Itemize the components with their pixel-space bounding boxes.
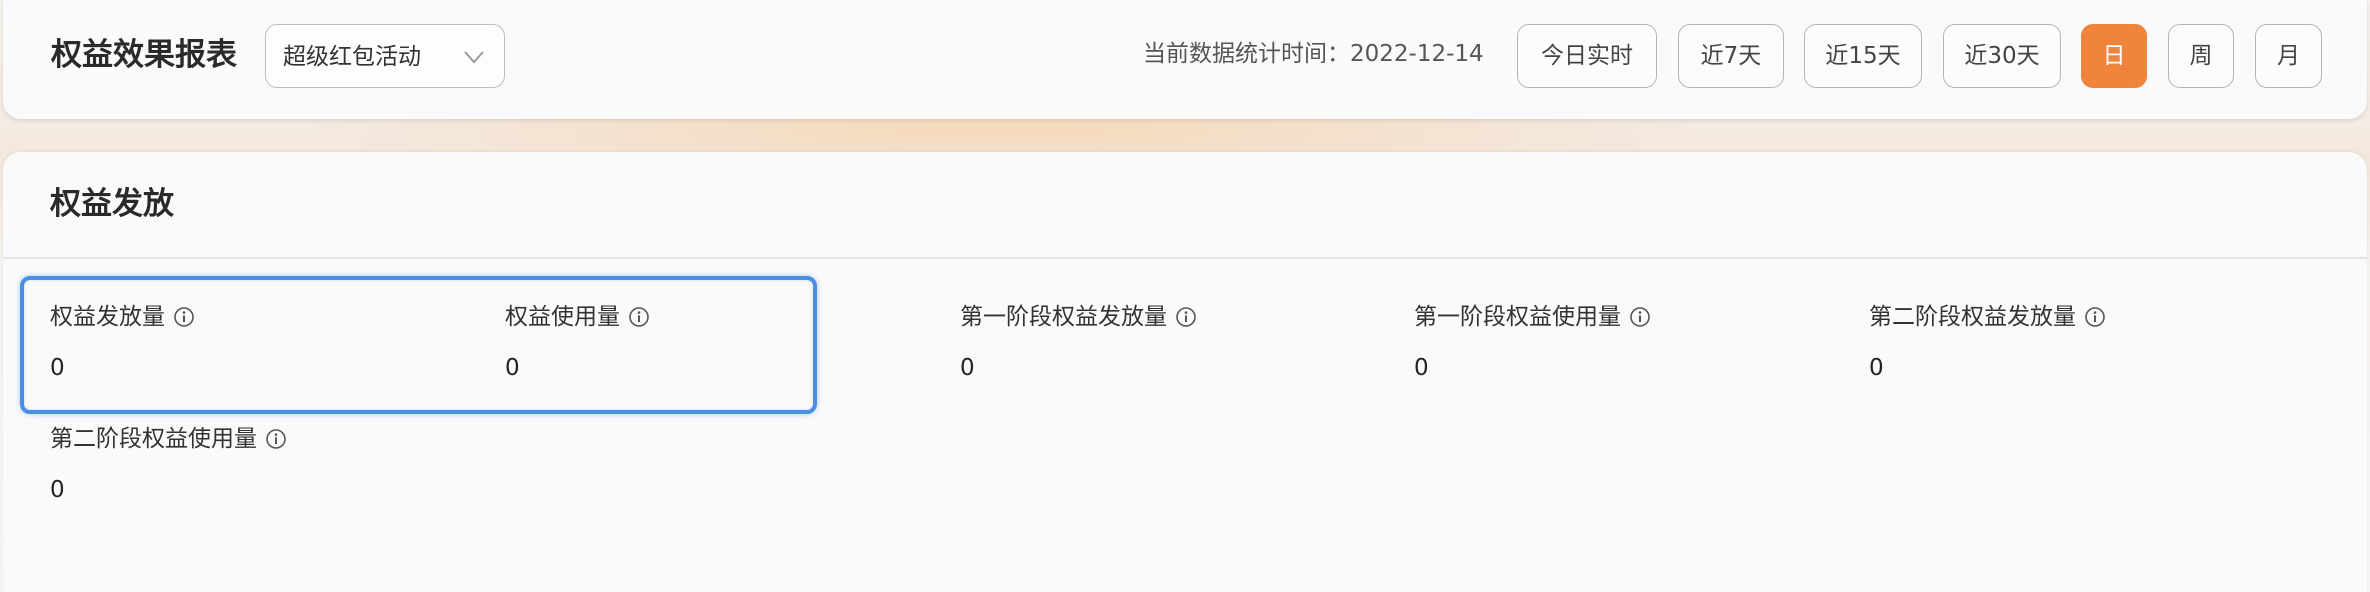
metric-value: 0 [960,355,975,381]
page-title: 权益效果报表 [51,37,237,73]
selection-highlight [20,276,817,414]
metric-value: 0 [1414,355,1429,381]
section-title: 权益发放 [50,186,174,222]
metric-value: 0 [1869,355,1884,381]
chevron-down-icon [464,51,484,64]
metric-stage1-issued: 第一阶段权益发放量 0 [960,302,1197,381]
metric-stage1-used: 第一阶段权益使用量 0 [1414,302,1651,381]
metric-label: 第二阶段权益使用量 [50,426,257,452]
header-bar: 权益效果报表 超级红包活动 当前数据统计时间：2022-12-14 今日实时 近… [3,0,2367,119]
activity-select[interactable]: 超级红包活动 [265,24,505,88]
info-icon[interactable] [1175,306,1197,328]
range-button-7d[interactable]: 近7天 [1678,24,1784,88]
range-button-30d[interactable]: 近30天 [1943,24,2061,88]
granularity-button-week[interactable]: 周 [2168,24,2234,88]
divider [3,257,2367,259]
range-button-today[interactable]: 今日实时 [1517,24,1657,88]
metric-label: 第二阶段权益发放量 [1869,304,2076,330]
granularity-button-day[interactable]: 日 [2081,24,2147,88]
info-icon[interactable] [2084,306,2106,328]
metric-value: 0 [50,477,65,503]
metric-stage2-issued: 第二阶段权益发放量 0 [1869,302,2106,381]
range-button-15d[interactable]: 近15天 [1804,24,1922,88]
metric-label: 第一阶段权益使用量 [1414,304,1621,330]
granularity-button-month[interactable]: 月 [2255,24,2322,88]
info-icon[interactable] [265,428,287,450]
stat-time-label: 当前数据统计时间：2022-12-14 [1143,41,1484,67]
metric-stage2-used: 第二阶段权益使用量 0 [50,424,287,503]
info-icon[interactable] [1629,306,1651,328]
activity-select-value: 超级红包活动 [283,44,421,70]
metric-label: 第一阶段权益发放量 [960,304,1167,330]
